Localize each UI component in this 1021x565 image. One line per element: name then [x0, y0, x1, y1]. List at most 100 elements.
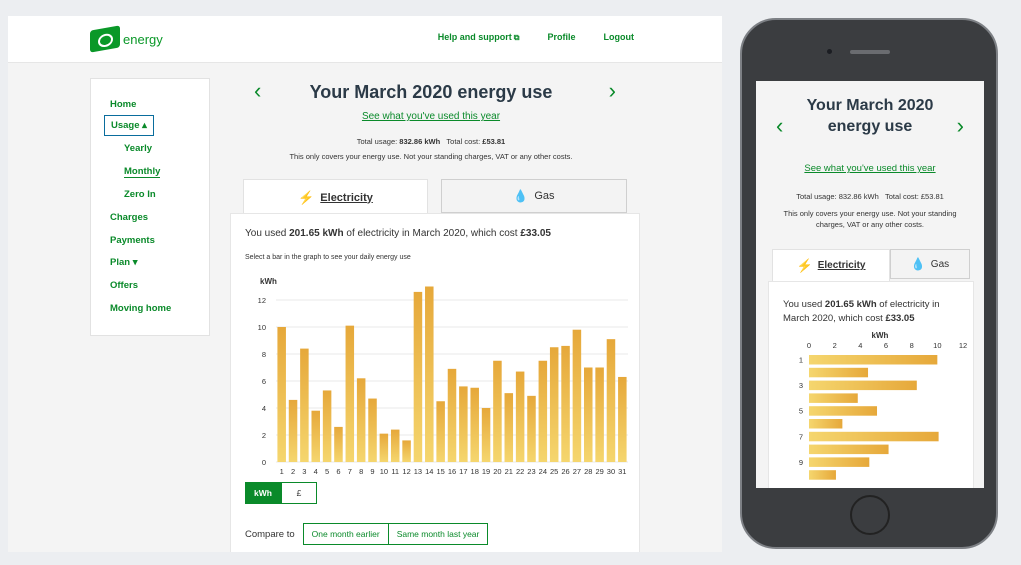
front-camera [827, 49, 832, 54]
compare-one-month-earlier-button[interactable]: One month earlier [302, 523, 389, 545]
usage-summary: You used 201.65 kWh of electricity in Ma… [245, 228, 551, 239]
phone-mockup: ‹ Your March 2020 energy use › See what … [740, 18, 998, 549]
profile-link[interactable]: Profile [547, 32, 575, 43]
sidebar-item-yearly[interactable]: Yearly [124, 143, 152, 154]
bar-day-10[interactable] [379, 433, 389, 462]
unit-toggle: kWh £ [245, 482, 317, 504]
bar-day-13[interactable] [413, 291, 423, 462]
sidebar-item-home[interactable]: Home [110, 99, 136, 110]
bar-day-25[interactable] [549, 347, 559, 462]
y-tick-label: 8 [262, 350, 266, 359]
sidebar-item-charges[interactable]: Charges [110, 212, 148, 223]
tab-gas[interactable]: 💧 Gas [441, 179, 627, 213]
earpiece [850, 50, 890, 54]
logout-link[interactable]: Logout [604, 32, 635, 43]
x-tick-label: 16 [448, 467, 456, 476]
bar-day-24[interactable] [538, 360, 548, 462]
sidebar-item-payments[interactable]: Payments [110, 235, 155, 246]
bar-day-8[interactable] [356, 378, 366, 462]
bar-day-7[interactable] [809, 431, 939, 442]
x-tick-label: 5 [325, 467, 329, 476]
sidebar-item-moving-home[interactable]: Moving home [110, 303, 171, 314]
x-tick-label: 10 [380, 467, 388, 476]
gas-flame-icon: 💧 [910, 257, 926, 271]
y-tick-label: 5 [799, 407, 803, 416]
phone-see-year-link[interactable]: See what you've used this year [756, 163, 984, 174]
x-tick-label: 26 [561, 467, 569, 476]
bar-day-4[interactable] [311, 410, 320, 462]
bar-day-23[interactable] [527, 395, 536, 462]
x-tick-label: 12 [959, 341, 967, 350]
sidebar-item-monthly[interactable]: Monthly [124, 166, 161, 178]
bar-day-22[interactable] [515, 371, 525, 462]
gas-flame-icon: 💧 [513, 189, 529, 203]
bar-day-21[interactable] [504, 393, 514, 462]
x-tick-label: 17 [459, 467, 467, 476]
bar-day-29[interactable] [595, 367, 604, 463]
bar-day-4[interactable] [809, 393, 858, 403]
bar-day-26[interactable] [561, 345, 570, 462]
bar-day-15[interactable] [436, 401, 445, 462]
x-tick-label: 4 [858, 341, 862, 350]
sidebar-item-offers[interactable]: Offers [110, 280, 138, 291]
bar-day-18[interactable] [470, 387, 479, 462]
x-tick-label: 27 [573, 467, 581, 476]
bar-day-20[interactable] [493, 360, 502, 462]
sidebar-item-zero-in[interactable]: Zero In [124, 189, 156, 200]
compare-controls: Compare to One month earlier Same month … [245, 523, 489, 545]
bar-day-3[interactable] [300, 348, 309, 462]
x-tick-label: 21 [505, 467, 513, 476]
bar-day-19[interactable] [481, 408, 491, 462]
x-tick-label: 20 [493, 467, 501, 476]
bar-day-7[interactable] [345, 325, 355, 462]
x-tick-label: 14 [425, 467, 433, 476]
bar-day-11[interactable] [390, 429, 400, 462]
bar-day-3[interactable] [809, 380, 917, 391]
phone-tab-electricity[interactable]: ⚡ Electricity [772, 249, 890, 281]
ovo-logo[interactable]: energy [90, 25, 163, 53]
bar-day-14[interactable] [425, 286, 434, 463]
bar-day-28[interactable] [584, 367, 593, 463]
bar-day-6[interactable] [334, 426, 343, 462]
unit-kwh-button[interactable]: kWh [245, 482, 281, 504]
x-tick-label: 13 [414, 467, 422, 476]
y-axis-label: kWh [260, 277, 277, 286]
bar-day-8[interactable] [809, 444, 889, 455]
bar-day-1[interactable] [809, 355, 938, 365]
phone-tab-gas[interactable]: 💧 Gas [890, 249, 970, 279]
compare-same-month-last-year-button[interactable]: Same month last year [388, 523, 489, 545]
bar-day-27[interactable] [572, 329, 582, 462]
bar-day-10[interactable] [809, 470, 836, 480]
month-header: ‹ Your March 2020 energy use › [246, 80, 616, 106]
phone-previous-month-chevron-icon[interactable]: ‹ [776, 113, 783, 139]
bar-day-5[interactable] [322, 390, 332, 462]
bar-day-2[interactable] [809, 367, 869, 378]
phone-usage-summary: You used 201.65 kWh of electricity in Ma… [783, 299, 940, 324]
bar-day-30[interactable] [606, 339, 616, 462]
bar-day-31[interactable] [618, 376, 627, 462]
compare-label: Compare to [245, 528, 295, 540]
bar-day-9[interactable] [368, 398, 377, 462]
unit-gbp-button[interactable]: £ [281, 482, 317, 504]
sidebar-item-plan[interactable]: Plan ▾ [110, 257, 137, 268]
bar-day-17[interactable] [459, 386, 468, 462]
phone-next-month-chevron-icon[interactable]: › [957, 113, 964, 139]
bar-day-1[interactable] [277, 327, 286, 462]
tab-electricity[interactable]: ⚡ Electricity [243, 179, 428, 215]
bar-day-2[interactable] [288, 399, 298, 462]
phone-totals-line: Total usage: 832.86 kWh Total cost: £53.… [796, 192, 944, 201]
x-tick-label: 7 [348, 467, 352, 476]
phone-page-title: Your March 2020 energy use [806, 97, 934, 135]
x-tick-label: 19 [482, 467, 490, 476]
bar-day-6[interactable] [809, 419, 843, 429]
home-button[interactable] [850, 495, 890, 535]
help-support-link[interactable]: Help and support ⧉ [438, 32, 520, 43]
bar-day-16[interactable] [447, 368, 457, 462]
sidebar-item-usage[interactable]: Usage ▴ [104, 115, 154, 136]
next-month-chevron-icon[interactable]: › [609, 80, 616, 102]
bar-day-5[interactable] [809, 406, 878, 416]
bar-day-9[interactable] [809, 457, 870, 467]
bar-day-12[interactable] [402, 440, 411, 462]
desktop-view: energy Help and support ⧉ Profile Logout … [8, 16, 722, 552]
see-year-link[interactable]: See what you've used this year [246, 111, 616, 122]
